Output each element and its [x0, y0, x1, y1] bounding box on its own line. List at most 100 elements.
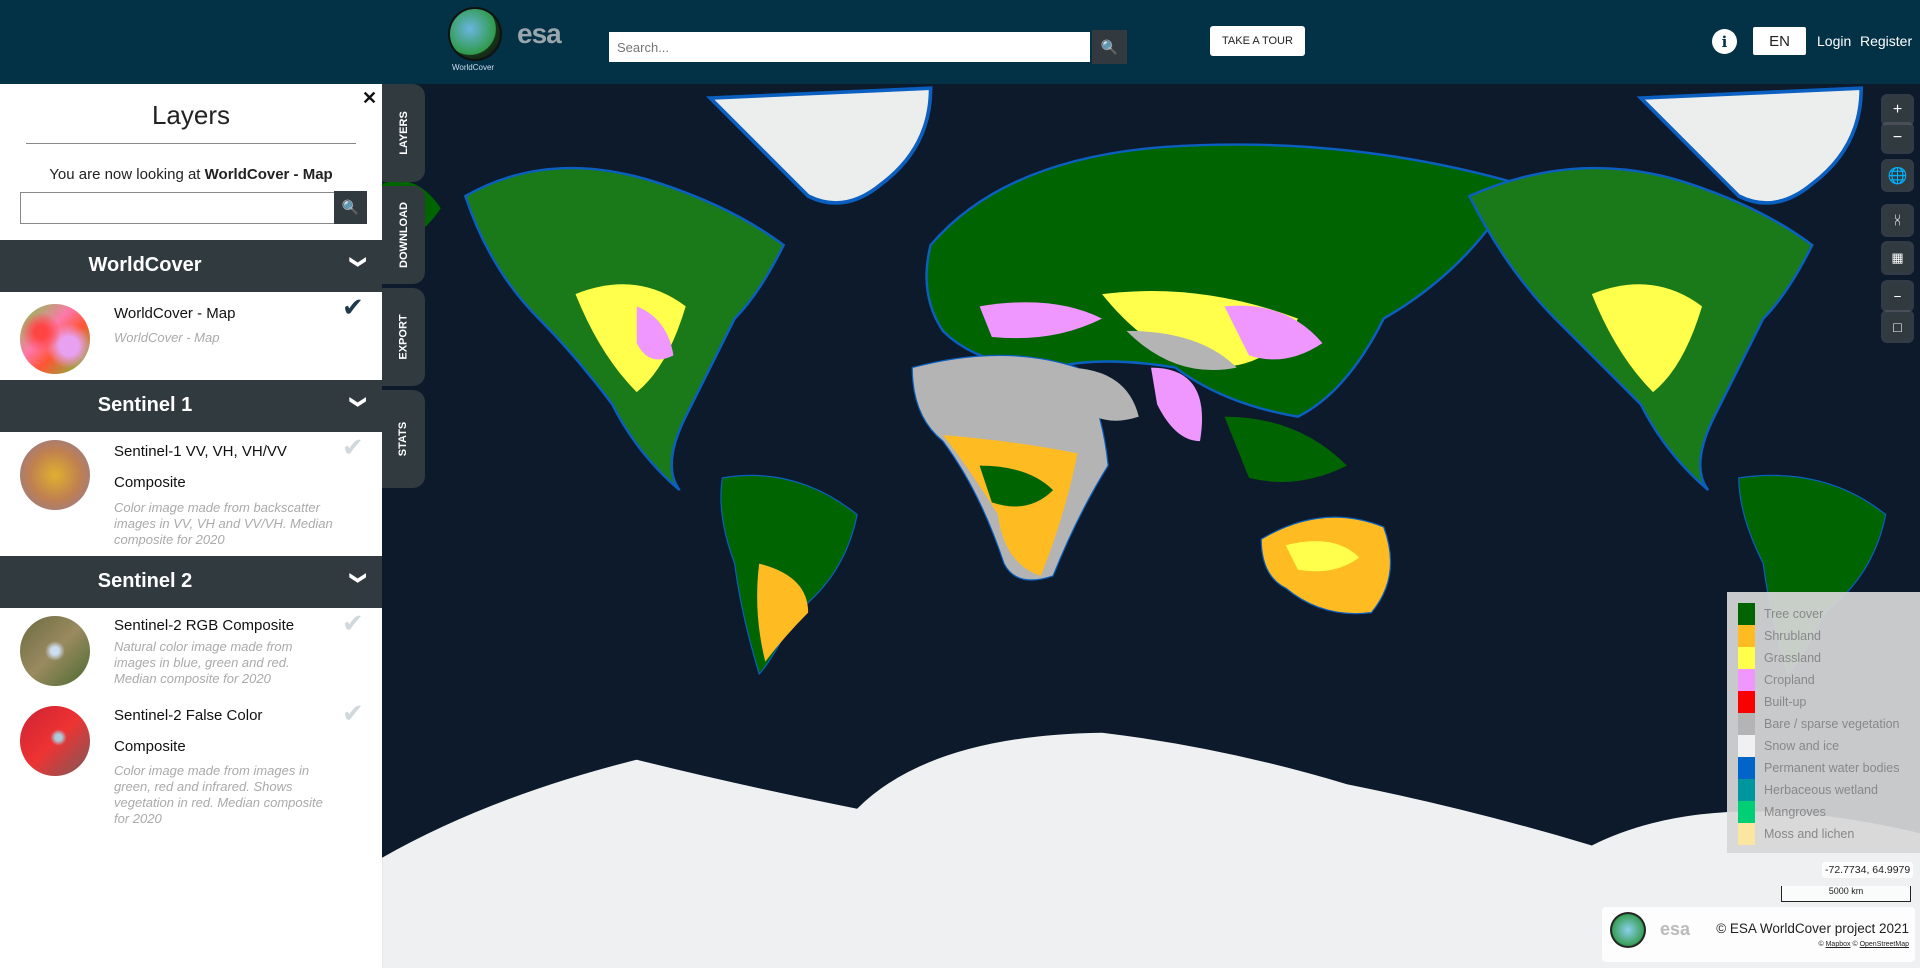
language-button[interactable]: EN [1753, 27, 1806, 55]
legend-swatch [1738, 603, 1755, 625]
esa-logo[interactable]: esa [517, 18, 562, 50]
legend-swatch [1738, 779, 1755, 801]
legend-swatch [1738, 625, 1755, 647]
check-icon[interactable]: ✔ [342, 292, 364, 323]
legend-item: Bare / sparse vegetation [1738, 713, 1920, 735]
tab-label: LAYERS [397, 111, 410, 155]
layer-description: Color image made from backscatter images… [114, 500, 333, 547]
layer-name: Sentinel-1 VV, VH, VH/VV [114, 443, 287, 460]
legend-swatch [1738, 735, 1755, 757]
worldcover-logo [1610, 912, 1646, 948]
layer-item-sentinel-2-rgb[interactable]: Sentinel-2 RGB Composite Natural color i… [0, 608, 382, 698]
legend-label: Tree cover [1764, 607, 1824, 621]
group-title: Sentinel 2 [97, 570, 193, 592]
check-icon[interactable]: ✔ [342, 698, 364, 729]
map-legend: Tree cover Shrubland Grassland Cropland Buil… [1727, 592, 1920, 853]
legend-label: Herbaceous wetland [1764, 783, 1878, 797]
tab-export[interactable]: EXPORT [382, 288, 425, 386]
draw-polygon-icon: □ [1893, 318, 1902, 335]
layer-name: Sentinel-2 False Color [114, 707, 263, 724]
worldcover-logo[interactable] [448, 7, 502, 61]
layer-description: WorldCover - Map [114, 330, 220, 345]
legend-swatch [1738, 823, 1755, 845]
legend-label: Mangroves [1764, 805, 1826, 819]
measure-button[interactable]: ⎯ [1884, 283, 1911, 309]
group-title: Sentinel 1 [97, 394, 193, 416]
group-sentinel-2[interactable]: Sentinel 2 ❯ [0, 556, 382, 608]
layer-item-sentinel-1[interactable]: Sentinel-1 VV, VH, VH/VV Composite Color… [0, 432, 382, 556]
group-sentinel-1[interactable]: Sentinel 1 ❯ [0, 380, 382, 432]
share-button[interactable]: ⩆ [1884, 207, 1911, 234]
tab-download[interactable]: DOWNLOAD [382, 186, 425, 284]
current-layer-text: You are now looking at WorldCover - Map [0, 166, 382, 183]
legend-swatch [1738, 801, 1755, 823]
looking-prefix: You are now looking at [49, 166, 201, 183]
tab-label: STATS [397, 421, 410, 457]
layer-search-button[interactable]: 🔍 [334, 191, 367, 224]
legend-item: Shrubland [1738, 625, 1920, 647]
worldcover-logo-label: WorldCover [452, 63, 495, 72]
attribution-box: esa © ESA WorldCover project 2021 © Mapb… [1602, 907, 1915, 962]
layer-description: Color image made from images in green, r… [114, 763, 323, 826]
top-header: WorldCover esa 🔍 TAKE A TOUR i EN Login … [0, 0, 1920, 84]
layer-name-line2: Composite [114, 474, 186, 491]
legend-label: Built-up [1764, 695, 1807, 709]
layer-thumbnail [20, 706, 90, 776]
register-link[interactable]: Register [1860, 33, 1912, 49]
legend-item: Built-up [1738, 691, 1920, 713]
legend-swatch [1738, 691, 1755, 713]
globe-icon: 🌐 [1887, 167, 1908, 185]
legend-swatch [1738, 669, 1755, 691]
chevron-down-icon: ❯ [349, 255, 367, 269]
map-icon: ▦ [1891, 250, 1904, 265]
legend-label: Grassland [1764, 651, 1821, 665]
layer-name-line2: Composite [114, 738, 186, 755]
legend-item: Moss and lichen [1738, 823, 1920, 845]
mapbox-link[interactable]: Mapbox [1826, 941, 1851, 948]
legend-swatch [1738, 757, 1755, 779]
tab-label: DOWNLOAD [397, 202, 410, 268]
search-icon: 🔍 [341, 199, 360, 215]
legend-label: Shrubland [1764, 629, 1821, 643]
layer-item-worldcover-map[interactable]: WorldCover - Map WorldCover - Map ✔ [0, 292, 382, 380]
zoom-out-button[interactable]: − [1884, 125, 1911, 151]
draw-area-button[interactable]: □ [1884, 313, 1911, 340]
search-button[interactable]: 🔍 [1092, 30, 1127, 64]
info-icon[interactable]: i [1712, 29, 1737, 54]
map-sources: © Mapbox © OpenStreetMap [1818, 941, 1909, 948]
check-icon[interactable]: ✔ [342, 608, 364, 639]
globe-button[interactable]: 🌐 [1884, 162, 1911, 189]
copyright-symbol: © [1852, 941, 1858, 948]
basemap-button[interactable]: ▦ [1884, 244, 1911, 272]
search-input[interactable] [609, 32, 1090, 62]
openstreetmap-link[interactable]: OpenStreetMap [1860, 941, 1909, 948]
layer-description: Natural color image made from images in … [114, 639, 293, 686]
legend-label: Cropland [1764, 673, 1815, 687]
layer-thumbnail [20, 616, 90, 686]
copyright-symbol: © [1818, 941, 1824, 948]
divider [26, 143, 356, 144]
layers-panel: ✕ Layers You are now looking at WorldCov… [0, 84, 382, 968]
chevron-down-icon: ❯ [349, 571, 367, 585]
tab-layers[interactable]: LAYERS [382, 84, 425, 182]
legend-item: Tree cover [1738, 603, 1920, 625]
check-icon[interactable]: ✔ [342, 432, 364, 463]
panel-title: Layers [151, 100, 231, 130]
zoom-in-button[interactable]: + [1884, 97, 1911, 123]
layer-search-input[interactable] [20, 192, 335, 224]
login-link[interactable]: Login [1817, 33, 1851, 49]
layer-item-sentinel-2-false-color[interactable]: Sentinel-2 False Color Composite Color i… [0, 698, 382, 838]
group-worldcover[interactable]: WorldCover ❯ [0, 240, 382, 292]
chevron-down-icon: ❯ [349, 395, 367, 409]
tab-stats[interactable]: STATS [382, 390, 425, 488]
legend-item: Grassland [1738, 647, 1920, 669]
esa-logo: esa [1660, 919, 1691, 939]
tab-label: EXPORT [397, 314, 410, 360]
legend-label: Moss and lichen [1764, 827, 1855, 841]
layer-name: WorldCover - Map [114, 305, 236, 322]
layer-thumbnail [20, 304, 90, 374]
legend-label: Snow and ice [1764, 739, 1840, 753]
legend-label: Bare / sparse vegetation [1764, 717, 1900, 731]
take-a-tour-button[interactable]: TAKE A TOUR [1210, 26, 1305, 56]
legend-swatch [1738, 647, 1755, 669]
